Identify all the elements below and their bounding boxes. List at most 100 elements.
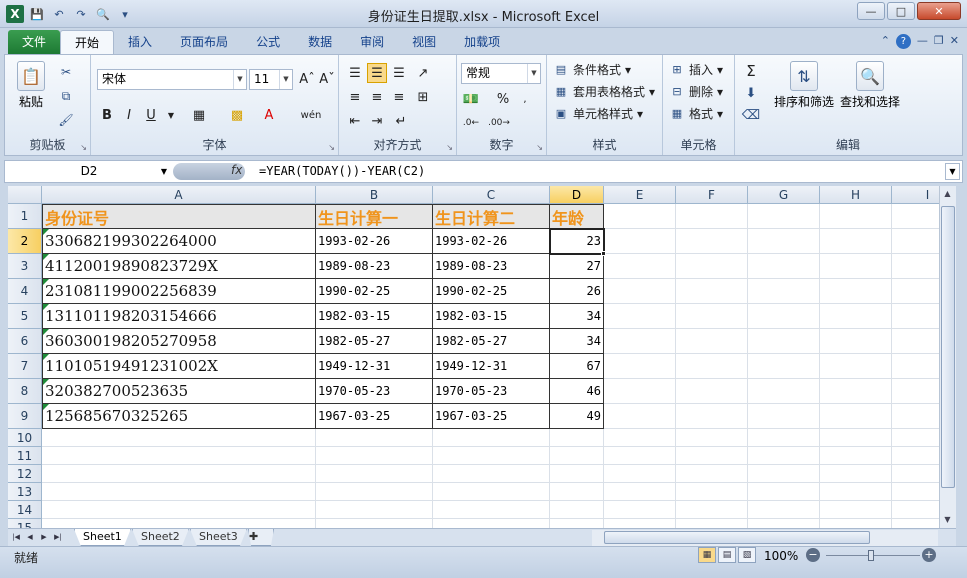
cell[interactable]: [748, 254, 820, 279]
align-left-icon[interactable]: ≡: [345, 87, 365, 107]
cell[interactable]: [748, 465, 820, 483]
id-number-cell[interactable]: 231081199002256839: [42, 279, 316, 304]
birthday-cell[interactable]: 1989-08-23: [316, 254, 433, 279]
cell[interactable]: [748, 519, 820, 528]
cell[interactable]: [676, 329, 748, 354]
tab-review[interactable]: 审阅: [346, 30, 398, 54]
cell[interactable]: [820, 501, 892, 519]
doc-close-icon[interactable]: ✕: [950, 34, 959, 49]
cell[interactable]: [42, 465, 316, 483]
birthday-cell[interactable]: 1967-03-25: [433, 404, 550, 429]
cell[interactable]: [433, 465, 550, 483]
cell[interactable]: [676, 354, 748, 379]
birthday-cell[interactable]: 1990-02-25: [316, 279, 433, 304]
next-sheet-icon[interactable]: ▶: [38, 531, 50, 544]
cell[interactable]: [604, 404, 676, 429]
age-cell[interactable]: 27: [550, 254, 604, 279]
cell[interactable]: [748, 483, 820, 501]
cell[interactable]: [433, 519, 550, 528]
id-number-cell[interactable]: 330682199302264000: [42, 229, 316, 254]
vertical-scroll-thumb[interactable]: [941, 206, 955, 488]
normal-view-icon[interactable]: ▦: [698, 547, 716, 563]
birthday-cell[interactable]: 1982-05-27: [316, 329, 433, 354]
cell[interactable]: [820, 304, 892, 329]
horizontal-scrollbar[interactable]: [592, 530, 938, 546]
cell[interactable]: [550, 447, 604, 465]
cell[interactable]: [676, 304, 748, 329]
row-header-1[interactable]: 1: [8, 204, 42, 229]
cell[interactable]: [820, 429, 892, 447]
cell[interactable]: [316, 519, 433, 528]
find-select-button[interactable]: 🔍 查找和选择: [837, 61, 903, 110]
age-cell[interactable]: 34: [550, 304, 604, 329]
row-header-9[interactable]: 9: [8, 404, 42, 429]
cell[interactable]: [676, 429, 748, 447]
conditional-format-button[interactable]: ▤ 条件格式 ▾: [553, 61, 631, 78]
insert-function-button[interactable]: fx: [231, 163, 242, 177]
cell[interactable]: [550, 483, 604, 501]
cell[interactable]: [550, 501, 604, 519]
row-header-14[interactable]: 14: [8, 501, 42, 519]
format-cells-button[interactable]: ▦ 格式 ▾: [669, 105, 723, 122]
comma-style-icon[interactable]: ,: [515, 89, 535, 109]
paste-button[interactable]: 📋 粘贴: [11, 61, 51, 110]
row-header-4[interactable]: 4: [8, 279, 42, 304]
birthday-cell[interactable]: 1982-03-15: [433, 304, 550, 329]
cell[interactable]: [550, 465, 604, 483]
cell[interactable]: [748, 229, 820, 254]
cell[interactable]: [550, 429, 604, 447]
row-header-8[interactable]: 8: [8, 379, 42, 404]
cell[interactable]: [604, 354, 676, 379]
bold-button[interactable]: B: [97, 105, 117, 125]
age-cell[interactable]: 49: [550, 404, 604, 429]
percent-style-button[interactable]: %: [493, 89, 513, 109]
cell[interactable]: [748, 447, 820, 465]
font-launcher-icon[interactable]: ↘: [328, 143, 335, 152]
shrink-font-icon[interactable]: Aˇ: [317, 69, 337, 89]
cell[interactable]: [892, 304, 939, 329]
scroll-down-icon[interactable]: ▼: [940, 512, 955, 528]
sheet-tab-sheet1[interactable]: Sheet1: [74, 529, 131, 546]
birthday-cell[interactable]: 1982-03-15: [316, 304, 433, 329]
page-layout-view-icon[interactable]: ▤: [718, 547, 736, 563]
wrap-text-icon[interactable]: ↵: [391, 111, 411, 131]
cell[interactable]: [892, 229, 939, 254]
cell[interactable]: [748, 279, 820, 304]
cell[interactable]: [892, 501, 939, 519]
scroll-up-icon[interactable]: ▲: [940, 186, 955, 202]
cell[interactable]: [316, 447, 433, 465]
insert-cells-button[interactable]: ⊞ 插入 ▾: [669, 61, 723, 78]
column-header-i[interactable]: I: [892, 186, 939, 204]
expand-formula-bar-icon[interactable]: ▼: [945, 163, 960, 180]
cell[interactable]: [892, 519, 939, 528]
id-number-cell[interactable]: 360300198205270958: [42, 329, 316, 354]
cell[interactable]: [42, 447, 316, 465]
tab-data[interactable]: 数据: [294, 30, 346, 54]
decrease-decimal-icon[interactable]: .00→: [488, 113, 510, 133]
minimize-icon[interactable]: —: [857, 2, 885, 20]
underline-button[interactable]: U: [141, 105, 161, 125]
cell[interactable]: [433, 429, 550, 447]
tab-home[interactable]: 开始: [60, 30, 115, 54]
borders-icon[interactable]: ▦: [189, 105, 209, 125]
copy-icon[interactable]: ⧉: [57, 87, 75, 105]
doc-minimize-icon[interactable]: —: [917, 34, 928, 49]
help-icon[interactable]: ?: [895, 34, 911, 49]
cell[interactable]: [820, 204, 892, 229]
cell[interactable]: [676, 519, 748, 528]
zoom-in-icon[interactable]: +: [922, 548, 936, 562]
cell[interactable]: [604, 519, 676, 528]
column-header-h[interactable]: H: [820, 186, 892, 204]
tab-file[interactable]: 文件: [8, 30, 61, 54]
cell[interactable]: [820, 404, 892, 429]
font-name-select[interactable]: 宋体 ▼: [97, 69, 247, 90]
zoom-slider-thumb[interactable]: [868, 550, 874, 561]
cell[interactable]: [604, 229, 676, 254]
alignment-launcher-icon[interactable]: ↘: [446, 143, 453, 152]
cell[interactable]: [316, 483, 433, 501]
birthday-cell[interactable]: 1990-02-25: [433, 279, 550, 304]
prev-sheet-icon[interactable]: ◀: [24, 531, 36, 544]
column-header-e[interactable]: E: [604, 186, 676, 204]
age-cell[interactable]: 26: [550, 279, 604, 304]
last-sheet-icon[interactable]: ▶|: [52, 531, 64, 544]
